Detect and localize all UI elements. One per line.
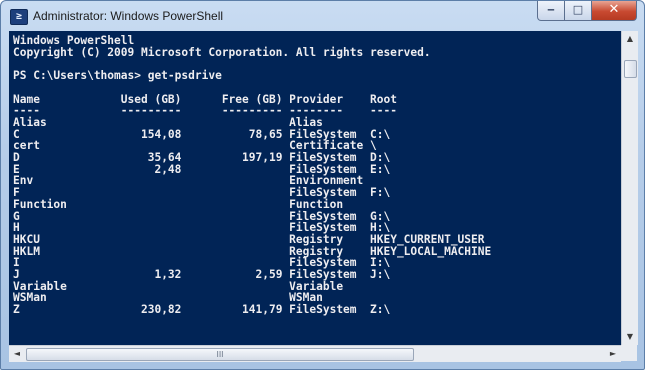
window-title: Administrator: Windows PowerShell: [33, 9, 224, 23]
powershell-app-icon[interactable]: ≥: [10, 9, 28, 25]
cell-name: Z: [13, 303, 121, 317]
cell-provider: FileSystem: [289, 303, 370, 317]
console-output-area[interactable]: Windows PowerShell Copyright (C) 2009 Mi…: [9, 31, 621, 345]
scroll-left-arrow-icon[interactable]: ◄: [9, 346, 25, 362]
maximize-button[interactable]: □: [565, 1, 592, 21]
horizontal-scroll-thumb[interactable]: III: [26, 348, 414, 361]
cell-root: F:\: [370, 186, 391, 200]
cell-root: Z:\: [370, 303, 391, 317]
close-button[interactable]: ✕: [592, 1, 637, 21]
cell-root: E:\: [370, 162, 391, 176]
resize-grip[interactable]: [621, 345, 637, 361]
title-bar[interactable]: ≥ Administrator: Windows PowerShell ‒ □ …: [1, 1, 644, 31]
command-prompt-line: PS C:\Users\thomas> get-psdrive: [13, 69, 222, 83]
powershell-window: ≥ Administrator: Windows PowerShell ‒ □ …: [0, 0, 645, 370]
cell-root: J:\: [370, 268, 391, 282]
scroll-up-arrow-icon[interactable]: ▲: [622, 31, 638, 47]
minimize-button[interactable]: ‒: [537, 1, 565, 21]
vertical-scrollbar[interactable]: ▲ ▼: [621, 31, 638, 345]
console-text: Windows PowerShell Copyright (C) 2009 Mi…: [9, 31, 621, 316]
cell-free-gb: 141,79: [201, 303, 290, 317]
table-row: Z 230,82 141,79 FileSystem Z:\: [13, 303, 390, 316]
banner-line-2: Copyright (C) 2009 Microsoft Corporation…: [13, 45, 431, 59]
header-underline: ----: [370, 104, 397, 118]
psdrive-table: Name Used (GB) Free (GB) Provider Root -…: [13, 93, 491, 317]
scroll-right-arrow-icon[interactable]: ►: [605, 346, 621, 362]
horizontal-scrollbar[interactable]: ◄ III ►: [9, 345, 621, 362]
scroll-down-arrow-icon[interactable]: ▼: [622, 329, 638, 345]
caption-buttons: ‒ □ ✕: [537, 1, 637, 21]
cell-used-gb: 230,82: [120, 303, 202, 317]
vertical-scroll-thumb[interactable]: [624, 60, 637, 78]
